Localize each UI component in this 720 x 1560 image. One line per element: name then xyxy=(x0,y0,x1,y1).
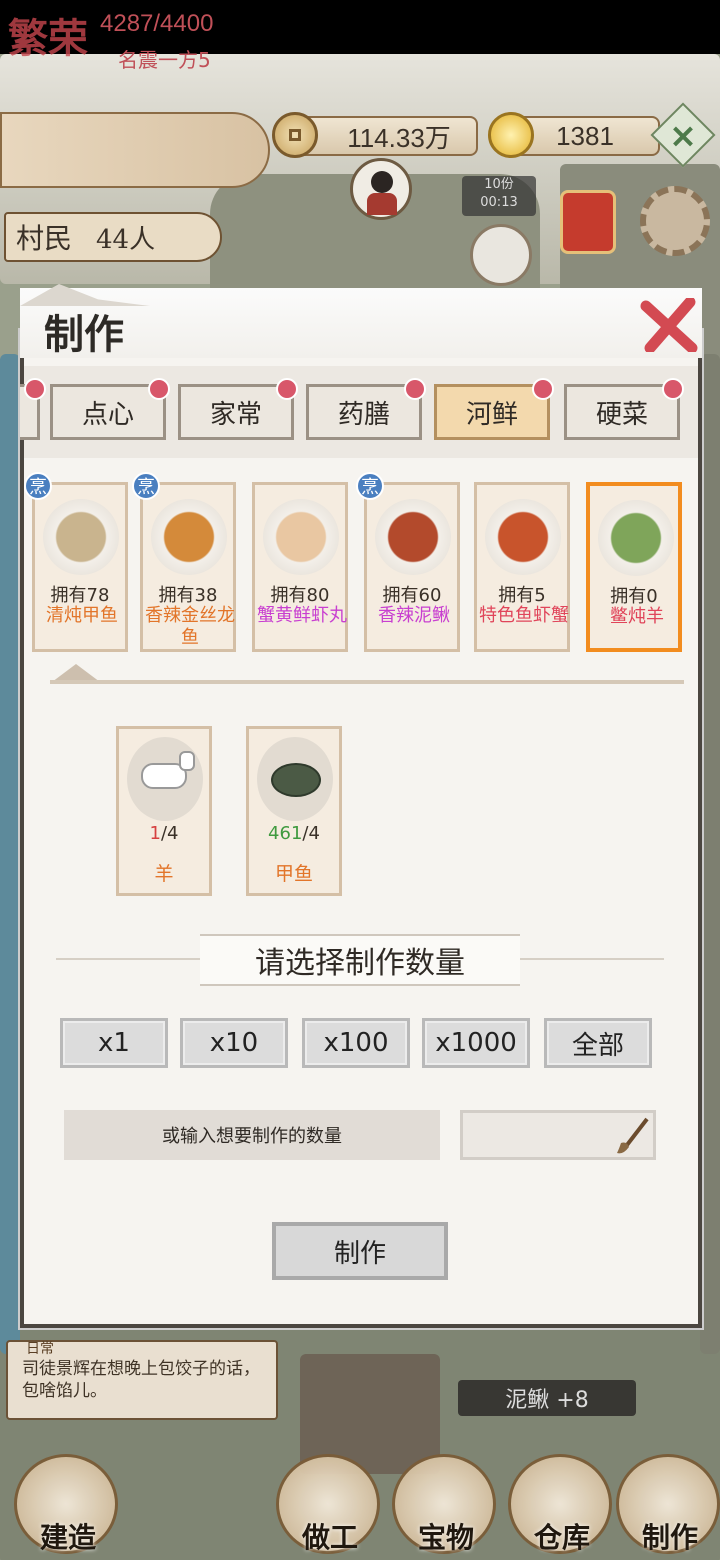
tab-notification-dot xyxy=(276,378,298,400)
craft-button[interactable]: 制作 xyxy=(272,1222,448,1280)
dish-image xyxy=(598,500,674,576)
scroll-icon[interactable] xyxy=(560,190,616,254)
nav-label: 做工 xyxy=(301,1521,358,1554)
quantity-button[interactable]: x1000 xyxy=(422,1018,530,1068)
tab-notification-dot xyxy=(404,378,426,400)
nav-label: 建造 xyxy=(39,1521,96,1554)
prosperity-panel[interactable] xyxy=(0,112,270,188)
goat-icon xyxy=(127,737,203,821)
prosperity-logo: 繁荣 xyxy=(8,15,88,62)
dish-owned: 拥有0 xyxy=(610,586,658,607)
ingredient-need: /4 xyxy=(302,823,320,844)
nav-label: 仓库 xyxy=(533,1521,590,1554)
panel-title: 制作 xyxy=(44,311,124,358)
villager-counter[interactable]: 村民 44人 xyxy=(4,212,222,262)
character-avatar[interactable] xyxy=(350,158,412,220)
dish-card[interactable]: 拥有80 蟹黄鲜虾丸 xyxy=(252,482,348,652)
tab-notification-dot xyxy=(24,378,46,400)
ingredient-have: 461 xyxy=(268,823,303,844)
dish-owned: 拥有38 xyxy=(158,585,218,606)
prosperity-value: 4287/4400 xyxy=(100,10,214,37)
dish-card[interactable]: 拥有0 鳖炖羊 xyxy=(586,482,682,652)
quantity-button[interactable]: x100 xyxy=(302,1018,410,1068)
dish-name: 鳖炖羊 xyxy=(610,606,664,627)
tab-notification-dot xyxy=(662,378,684,400)
divider xyxy=(50,680,684,684)
gear-icon[interactable] xyxy=(640,186,710,256)
dish-name: 特色鱼虾蟹 xyxy=(479,605,569,626)
dish-card[interactable]: 拥有5 特色鱼虾蟹 xyxy=(474,482,570,652)
tab-notification-dot xyxy=(532,378,554,400)
turtle-icon xyxy=(257,737,333,821)
brush-icon xyxy=(617,1117,649,1154)
coin-counter[interactable]: 114.33万 xyxy=(290,116,478,156)
nav-button-3[interactable]: 宝物 xyxy=(386,1450,506,1560)
divider-line xyxy=(56,958,206,960)
dish-image xyxy=(43,499,119,575)
dish-image xyxy=(375,499,451,575)
villager-label: 村民 xyxy=(16,222,73,255)
ingredient-name: 羊 xyxy=(154,863,174,885)
dish-image xyxy=(485,499,561,575)
production-timer: 10份 00:13 xyxy=(462,176,536,216)
nav-label: 宝物 xyxy=(417,1521,474,1554)
ingredient-name: 甲鱼 xyxy=(274,863,313,885)
reward-toast: 泥鳅 +8 xyxy=(458,1380,636,1416)
nav-label: 制作 xyxy=(641,1521,698,1554)
villager-count: 44人 xyxy=(96,224,156,255)
ingredient-card[interactable]: 461/4 甲鱼 xyxy=(246,726,342,896)
close-button[interactable] xyxy=(640,296,698,354)
nav-button-1[interactable]: 建造 xyxy=(8,1450,128,1560)
coin-value: 114.33万 xyxy=(347,122,451,153)
quantity-button[interactable]: x1 xyxy=(60,1018,168,1068)
quantity-button[interactable]: 全部 xyxy=(544,1018,652,1068)
dish-owned: 拥有60 xyxy=(382,585,442,606)
ingredient-card[interactable]: 1/4 羊 xyxy=(116,726,212,896)
dish-owned: 拥有78 xyxy=(50,585,110,606)
dish-name: 清炖甲鱼 xyxy=(46,605,118,626)
nav-button-4[interactable]: 仓库 xyxy=(502,1450,622,1560)
ingredient-count: 461/4 xyxy=(249,823,339,844)
cook-tag-icon: 烹 xyxy=(132,472,160,500)
ingot-value: 1381 xyxy=(556,120,614,151)
nav-button-5[interactable]: 制作 xyxy=(610,1450,720,1560)
dish-name: 蟹黄鲜虾丸 xyxy=(257,605,347,626)
dish-name: 香辣泥鳅 xyxy=(378,605,450,626)
gold-ingot-icon xyxy=(488,112,534,158)
quantity-button[interactable]: x10 xyxy=(180,1018,288,1068)
daily-tag: 日常 xyxy=(26,1341,54,1357)
dish-owned: 拥有80 xyxy=(270,585,330,606)
dish-image xyxy=(151,499,227,575)
dish-owned: 拥有5 xyxy=(498,585,546,606)
divider-line xyxy=(514,958,664,960)
dish-name: 香辣金丝龙鱼 xyxy=(145,605,235,648)
close-icon xyxy=(640,296,698,354)
tab-notification-dot xyxy=(148,378,170,400)
ingredient-count: 1/4 xyxy=(119,823,209,844)
dish-image xyxy=(263,499,339,575)
prosperity-title: 名震一方5 xyxy=(118,48,211,72)
ingredient-have: 1 xyxy=(149,823,161,844)
custom-quantity-label: 或输入想要制作的数量 xyxy=(64,1110,440,1160)
nav-button-2[interactable]: 做工 xyxy=(270,1450,390,1560)
custom-quantity-field[interactable] xyxy=(460,1110,656,1160)
dish-card[interactable]: 拥有38 香辣金丝龙鱼 xyxy=(140,482,236,652)
quantity-title: 请选择制作数量 xyxy=(200,934,520,986)
dish-card[interactable]: 拥有60 香辣泥鳅 xyxy=(364,482,460,652)
daily-message: 司徒景辉在想晚上包饺子的话，包啥馅儿。 xyxy=(22,1359,260,1401)
sheep-bubble-icon[interactable] xyxy=(470,224,532,286)
dish-card[interactable]: 拥有78 清炖甲鱼 xyxy=(32,482,128,652)
cook-tag-icon: 烹 xyxy=(24,472,52,500)
ingredient-need: /4 xyxy=(160,823,179,844)
coin-icon xyxy=(272,112,318,158)
cook-tag-icon: 烹 xyxy=(356,472,384,500)
